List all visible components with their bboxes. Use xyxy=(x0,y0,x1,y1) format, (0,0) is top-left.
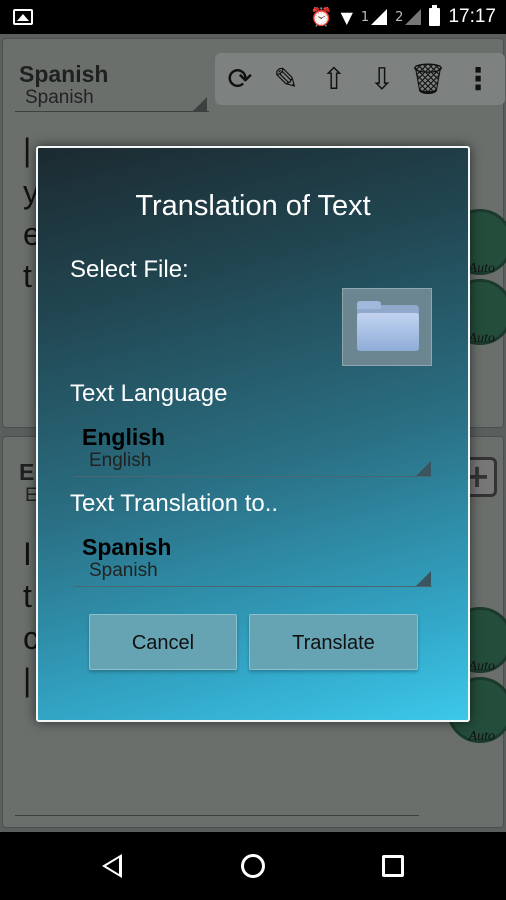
bottom-auto-label: Auto xyxy=(468,659,495,674)
translation-dialog: Translation of Text Select File: Text La… xyxy=(36,146,470,722)
source-language-subtitle: English xyxy=(89,450,152,471)
cancel-button[interactable]: Cancel xyxy=(89,614,237,670)
wifi-icon: ▼ xyxy=(340,7,353,27)
toolbar: ⟳ ✎ ⇧ ⇩ 🗑 ⋮ xyxy=(215,53,505,105)
source-language-underline xyxy=(74,476,432,477)
sim2-label: 2 xyxy=(395,9,404,25)
top-auto-label-2: Auto xyxy=(468,331,495,346)
top-language-title[interactable]: Spanish xyxy=(19,61,108,88)
target-language-title[interactable]: Spanish xyxy=(82,534,171,561)
status-time: 17:17 xyxy=(448,6,496,27)
bottom-auto-label-2: Auto xyxy=(468,729,495,744)
source-language-title[interactable]: English xyxy=(82,424,165,451)
select-file-button[interactable] xyxy=(342,288,432,366)
battery-icon xyxy=(429,5,441,26)
dialog-title: Translation of Text xyxy=(135,190,371,222)
top-text-line-1: | xyxy=(23,132,32,168)
bottom-text-line-2: t xyxy=(23,578,32,614)
signal-sim1-icon xyxy=(371,9,388,25)
signal-sim2-icon xyxy=(405,9,422,25)
translate-button[interactable]: Translate xyxy=(249,614,418,670)
target-language-subtitle: Spanish xyxy=(89,560,158,581)
top-text-line-4: t xyxy=(23,258,32,294)
select-file-label: Select File: xyxy=(70,256,189,283)
status-bar: ⏰ ▼ 1 2 17:17 xyxy=(0,0,506,34)
top-language-subtitle: Spanish xyxy=(25,87,94,108)
top-language-underline xyxy=(15,111,209,112)
translate-icon[interactable]: ✎ xyxy=(267,61,305,99)
target-spinner-arrow-icon[interactable] xyxy=(416,571,431,586)
text-language-label: Text Language xyxy=(70,380,228,407)
image-notification-icon xyxy=(13,9,33,25)
recent-apps-icon[interactable] xyxy=(382,855,404,877)
refresh-icon[interactable]: ⟳ xyxy=(221,61,259,99)
download-icon[interactable]: ⇩ xyxy=(363,61,401,99)
home-icon[interactable] xyxy=(241,854,265,878)
source-spinner-arrow-icon[interactable] xyxy=(416,461,431,476)
bottom-text-line-4: | xyxy=(23,662,32,698)
bottom-text-line-1: I xyxy=(23,536,32,572)
top-spinner-arrow-icon xyxy=(193,97,207,111)
top-auto-label: Auto xyxy=(468,261,495,276)
status-icons: ⏰ ▼ 1 2 17:17 xyxy=(310,5,496,28)
bottom-text-underline xyxy=(15,815,419,816)
target-language-underline xyxy=(74,586,432,587)
trash-icon[interactable]: 🗑 xyxy=(409,61,447,99)
alarm-icon: ⏰ xyxy=(310,6,333,28)
navigation-bar xyxy=(0,832,506,900)
upload-icon[interactable]: ⇧ xyxy=(315,61,353,99)
more-icon[interactable]: ⋮ xyxy=(459,61,497,99)
screen: ⏰ ▼ 1 2 17:17 Spanish Spanish ⟳ ✎ ⇧ ⇩ 🗑 … xyxy=(0,0,506,900)
sim1-label: 1 xyxy=(360,9,370,25)
back-icon[interactable] xyxy=(102,854,122,878)
translation-to-label: Text Translation to.. xyxy=(70,490,279,517)
